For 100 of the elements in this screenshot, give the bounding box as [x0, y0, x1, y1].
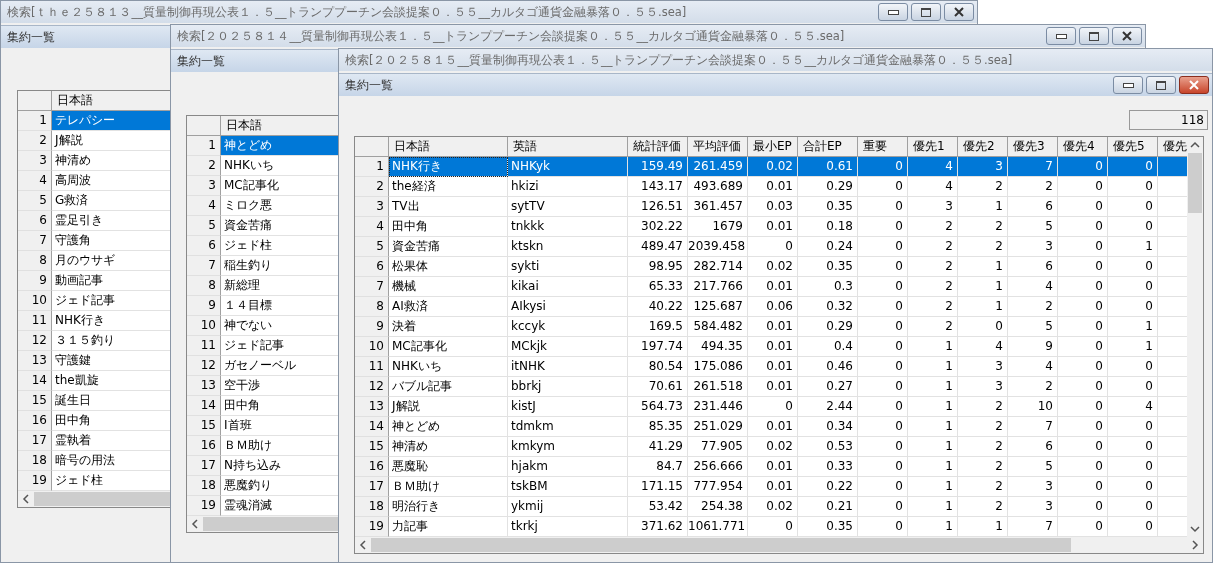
- row-number: 2: [355, 177, 389, 197]
- table-cell: 143.17: [628, 177, 688, 197]
- table-cell: 2: [958, 437, 1008, 457]
- row-number: 15: [355, 437, 389, 457]
- row-number: 13: [355, 397, 389, 417]
- scroll-thumb[interactable]: [34, 492, 170, 506]
- close-button[interactable]: [1112, 27, 1142, 45]
- table-cell: 2: [908, 217, 958, 237]
- table-cell: 0: [858, 197, 908, 217]
- column-header[interactable]: 優先1: [908, 137, 958, 157]
- window-title: 検索[２０２５８１５__質量制御再現公表１．５__トランププーチン会談提案０．５５__カルタゴ通貨金融暴落０．５５.sea]: [345, 52, 1013, 68]
- horizontal-scrollbar[interactable]: [18, 491, 170, 507]
- table-cell: 489.47: [628, 237, 688, 257]
- column-header[interactable]: 日本語: [221, 116, 339, 136]
- column-header[interactable]: 優先2: [958, 137, 1008, 157]
- table-cell: 5: [1008, 217, 1058, 237]
- column-header[interactable]: 重要: [858, 137, 908, 157]
- table-cell: 1: [908, 377, 958, 397]
- column-header[interactable]: 優先3: [1008, 137, 1058, 157]
- vertical-scrollbar[interactable]: [1187, 137, 1203, 537]
- row-number: 8: [18, 251, 52, 271]
- table-cell: 80.54: [628, 357, 688, 377]
- table-cell: 0: [1108, 277, 1158, 297]
- table-cell: 70.61: [628, 377, 688, 397]
- table-cell: 3: [958, 357, 1008, 377]
- table-cell: 10: [1008, 397, 1058, 417]
- row-number: 6: [18, 211, 52, 231]
- table-cell: 0: [1108, 477, 1158, 497]
- table-cell: 0.3: [798, 277, 858, 297]
- minimize-icon: [1122, 82, 1134, 88]
- column-header[interactable]: 優先5: [1108, 137, 1158, 157]
- column-header[interactable]: 優先4: [1058, 137, 1108, 157]
- scroll-thumb[interactable]: [371, 538, 1071, 552]
- table-cell: 0: [1108, 377, 1158, 397]
- table-cell: 1: [908, 457, 958, 477]
- table-cell: 3: [1008, 477, 1058, 497]
- minimize-button[interactable]: [1046, 27, 1076, 45]
- row-number: 14: [18, 371, 52, 391]
- table-cell: 0.29: [798, 317, 858, 337]
- row-number: 19: [18, 471, 52, 491]
- row-number: 4: [355, 217, 389, 237]
- table-cell: 1: [908, 337, 958, 357]
- table-cell: 0: [1058, 317, 1108, 337]
- table-cell: 9: [1008, 337, 1058, 357]
- row-number: 7: [355, 277, 389, 297]
- table-cell: 0: [858, 237, 908, 257]
- table-cell: J解説: [389, 397, 508, 417]
- row-number: 1: [187, 136, 221, 156]
- horizontal-scrollbar[interactable]: [355, 537, 1203, 553]
- table-cell: NHKyk: [508, 157, 628, 177]
- table-cell: 0: [1058, 357, 1108, 377]
- column-header[interactable]: 優先: [1158, 137, 1187, 157]
- table-cell: 0: [1058, 177, 1108, 197]
- table-cell: 254.38: [688, 497, 748, 517]
- column-header[interactable]: 日本語: [52, 91, 170, 111]
- table-cell: 2: [908, 297, 958, 317]
- row-number: 14: [355, 417, 389, 437]
- column-header[interactable]: 日本語: [389, 137, 508, 157]
- table-cell: 0.35: [798, 197, 858, 217]
- table-cell: itNHK: [508, 357, 628, 377]
- column-header[interactable]: 平均評価: [688, 137, 748, 157]
- table-cell: 0: [1058, 417, 1108, 437]
- table-cell: 0: [1058, 277, 1108, 297]
- maximize-icon: [1089, 31, 1099, 41]
- table-cell: 2: [958, 397, 1008, 417]
- table-cell: ＢＭ助け: [389, 477, 508, 497]
- close-button[interactable]: [1179, 76, 1209, 94]
- table-cell: 0: [1108, 177, 1158, 197]
- row-number: 4: [18, 171, 52, 191]
- table-cell: 0: [858, 397, 908, 417]
- table-cell: 0: [748, 397, 798, 417]
- minimize-button[interactable]: [878, 3, 908, 21]
- column-header[interactable]: 英語: [508, 137, 628, 157]
- horizontal-scrollbar[interactable]: [187, 516, 339, 532]
- column-header[interactable]: 合計EP: [798, 137, 858, 157]
- scroll-thumb[interactable]: [203, 517, 339, 531]
- row-number: 19: [355, 517, 389, 537]
- maximize-button[interactable]: [1146, 76, 1176, 94]
- table-cell: 0.22: [798, 477, 858, 497]
- close-button[interactable]: [944, 3, 974, 21]
- table-cell: 資金苦痛: [389, 237, 508, 257]
- row-number: 5: [187, 216, 221, 236]
- table-cell: 0.01: [748, 377, 798, 397]
- table-cell: 2: [1008, 297, 1058, 317]
- table-cell: 0.01: [748, 477, 798, 497]
- table-cell: 3: [1008, 237, 1058, 257]
- table-cell: 125.687: [688, 297, 748, 317]
- column-header[interactable]: 最小EP: [748, 137, 798, 157]
- table-cell: 0.01: [748, 457, 798, 477]
- maximize-button[interactable]: [1079, 27, 1109, 45]
- table-cell: 2: [958, 497, 1008, 517]
- table-cell: 機械: [389, 277, 508, 297]
- scroll-thumb[interactable]: [1188, 153, 1202, 213]
- column-header[interactable]: 統計評価: [628, 137, 688, 157]
- minimize-button[interactable]: [1113, 76, 1143, 94]
- row-number: 11: [355, 357, 389, 377]
- maximize-button[interactable]: [911, 3, 941, 21]
- table-cell: 0: [1058, 257, 1108, 277]
- grid-corner: [187, 116, 221, 136]
- table-cell: MCkjk: [508, 337, 628, 357]
